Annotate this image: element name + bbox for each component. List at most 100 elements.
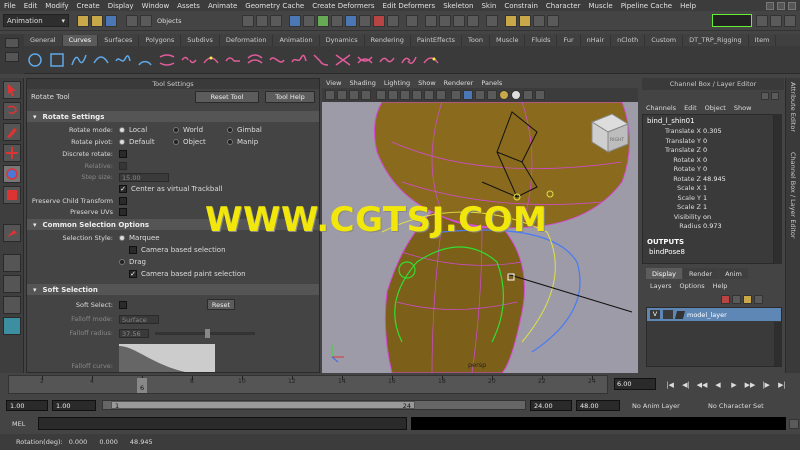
shelf-tab-painteffects[interactable]: PaintEffects (411, 34, 463, 46)
channel-value[interactable]: 0 (703, 146, 707, 156)
layer-visibility-toggle[interactable]: V (650, 310, 660, 319)
four-view-layout-icon[interactable] (3, 275, 21, 293)
layer-list-scrollbar[interactable] (774, 322, 782, 366)
center-trackball-checkbox[interactable]: ✓ (119, 185, 127, 193)
render-frame-icon[interactable] (504, 14, 517, 27)
menu-modify[interactable]: Modify (45, 2, 68, 10)
menu-display[interactable]: Display (108, 2, 134, 10)
preserve-uvs-checkbox[interactable] (119, 207, 127, 216)
viewport-menu-shading[interactable]: Shading (349, 79, 375, 87)
menu-assets[interactable]: Assets (177, 2, 200, 10)
ep-curve-icon[interactable] (92, 51, 110, 69)
shelf-tab-custom[interactable]: Custom (645, 34, 684, 46)
shelf-tabs-icon[interactable] (5, 38, 19, 48)
mask-deformations-icon[interactable] (344, 14, 357, 27)
shelf-tab-fur[interactable]: Fur (557, 34, 581, 46)
mask-rendering-icon[interactable] (372, 14, 385, 27)
smooth-shade-icon[interactable] (463, 90, 473, 100)
viewport-menu-view[interactable]: View (326, 79, 341, 87)
layer-menu-layers[interactable]: Layers (650, 282, 672, 290)
rotate-pivot-object-radio[interactable] (173, 139, 179, 145)
new-scene-icon[interactable] (77, 14, 89, 27)
field-chart-icon[interactable] (424, 90, 434, 100)
cb-menu-object[interactable]: Object (705, 104, 726, 112)
select-hierarchy-icon[interactable] (241, 14, 254, 27)
command-language-label[interactable]: MEL (12, 420, 38, 428)
shelf-tab-curves[interactable]: Curves (62, 34, 99, 46)
select-object-icon[interactable] (255, 14, 268, 27)
layer-tab-render[interactable]: Render (682, 268, 719, 279)
snap-plane-icon[interactable] (466, 14, 479, 27)
toggle-channel-box-icon[interactable] (784, 14, 796, 27)
menu-file[interactable]: File (4, 2, 16, 10)
layer-tab-display[interactable]: Display (646, 268, 682, 279)
channel-row[interactable]: Translate Z0 (643, 146, 773, 156)
attribute-editor-tab[interactable]: Attribute Editor (789, 82, 797, 132)
channel-row[interactable]: Rotate X0 (643, 156, 773, 166)
attach-curves-icon[interactable] (158, 51, 176, 69)
close-icon[interactable] (788, 1, 796, 10)
last-tool-icon[interactable] (3, 224, 21, 242)
smooth-curve-icon[interactable] (378, 51, 396, 69)
character-set-selector[interactable]: No Character Set (704, 400, 796, 411)
arc-curve-icon[interactable] (136, 51, 154, 69)
shelf-tab-dt-trp-rigging[interactable]: DT_TRP_Rigging (683, 34, 749, 46)
persp-graph-layout-icon[interactable] (3, 317, 21, 335)
square-curve-icon[interactable] (48, 51, 66, 69)
extend-curve-icon[interactable] (224, 51, 242, 69)
layer-menu-help[interactable]: Help (713, 282, 728, 290)
rotate-pivot-default-radio[interactable] (119, 139, 125, 145)
shadows-icon[interactable] (511, 90, 521, 100)
shelf-tab-ncloth[interactable]: nCloth (611, 34, 646, 46)
menu-pipeline-cache[interactable]: Pipeline Cache (621, 2, 672, 10)
cb-menu-show[interactable]: Show (734, 104, 752, 112)
shelf-tab-deformation[interactable]: Deformation (220, 34, 274, 46)
ipr-render-icon[interactable] (518, 14, 531, 27)
shelf-tab-subdivs[interactable]: Subdivs (181, 34, 220, 46)
step-forward-key-icon[interactable]: ▶▶ (744, 379, 756, 391)
snap-curve-icon[interactable] (438, 14, 451, 27)
menu-edit-deformers[interactable]: Edit Deformers (383, 2, 436, 10)
play-forward-icon[interactable]: ▶ (728, 379, 740, 391)
resolution-gate-icon[interactable] (400, 90, 410, 100)
channel-value[interactable]: 1 (703, 194, 707, 204)
shelf-tab-fluids[interactable]: Fluids (525, 34, 558, 46)
toggle-tool-settings-icon[interactable] (770, 14, 782, 27)
step-forward-icon[interactable]: |▶ (760, 379, 772, 391)
channel-value[interactable]: on (703, 213, 711, 223)
select-camera-icon[interactable] (325, 90, 335, 100)
menu-geometry-cache[interactable]: Geometry Cache (245, 2, 304, 10)
channel-value[interactable]: 1 (703, 203, 707, 213)
align-curves-icon[interactable] (400, 51, 418, 69)
menu-character[interactable]: Character (546, 2, 581, 10)
step-back-icon[interactable]: ◀| (680, 379, 692, 391)
rotate-pivot-manip-radio[interactable] (227, 139, 233, 145)
shelf-tab-rendering[interactable]: Rendering (365, 34, 411, 46)
snap-point-icon[interactable] (452, 14, 465, 27)
save-scene-icon[interactable] (105, 14, 117, 27)
persp-outliner-layout-icon[interactable] (3, 296, 21, 314)
time-slider[interactable]: 2 4 6 8 10 12 14 16 18 20 22 24 6 (8, 375, 608, 394)
mask-misc-icon[interactable] (386, 14, 399, 27)
channel-box-tab[interactable]: Channel Box / Layer Editor (789, 152, 797, 239)
curve-editing-tool-icon[interactable] (422, 51, 440, 69)
step-size-field[interactable]: 15.00 (119, 172, 169, 182)
isolate-select-icon[interactable] (535, 90, 545, 100)
channel-value[interactable]: 0 (703, 165, 707, 175)
minimize-icon[interactable] (766, 1, 774, 10)
cv-curve-icon[interactable] (70, 51, 88, 69)
menu-skeleton[interactable]: Skeleton (443, 2, 473, 10)
channel-value[interactable]: 1 (703, 184, 707, 194)
lock-selection-icon[interactable] (405, 14, 418, 27)
menu-window[interactable]: Window (142, 2, 170, 10)
shelf-tab-general[interactable]: General (24, 34, 63, 46)
discrete-rotate-checkbox[interactable] (119, 150, 127, 158)
lasso-tool-icon[interactable] (3, 102, 21, 120)
channel-row[interactable]: Rotate Z 48.945 (643, 175, 773, 185)
soft-selection-header[interactable]: ▾ Soft Selection (27, 284, 319, 295)
selection-mode-icon[interactable] (126, 14, 138, 27)
wireframe-on-shaded-icon[interactable] (475, 90, 485, 100)
playback-end-field[interactable]: 24.00 (530, 400, 572, 411)
channel-value[interactable]: 0 (703, 137, 707, 147)
layer-tab-anim[interactable]: Anim (719, 268, 748, 279)
